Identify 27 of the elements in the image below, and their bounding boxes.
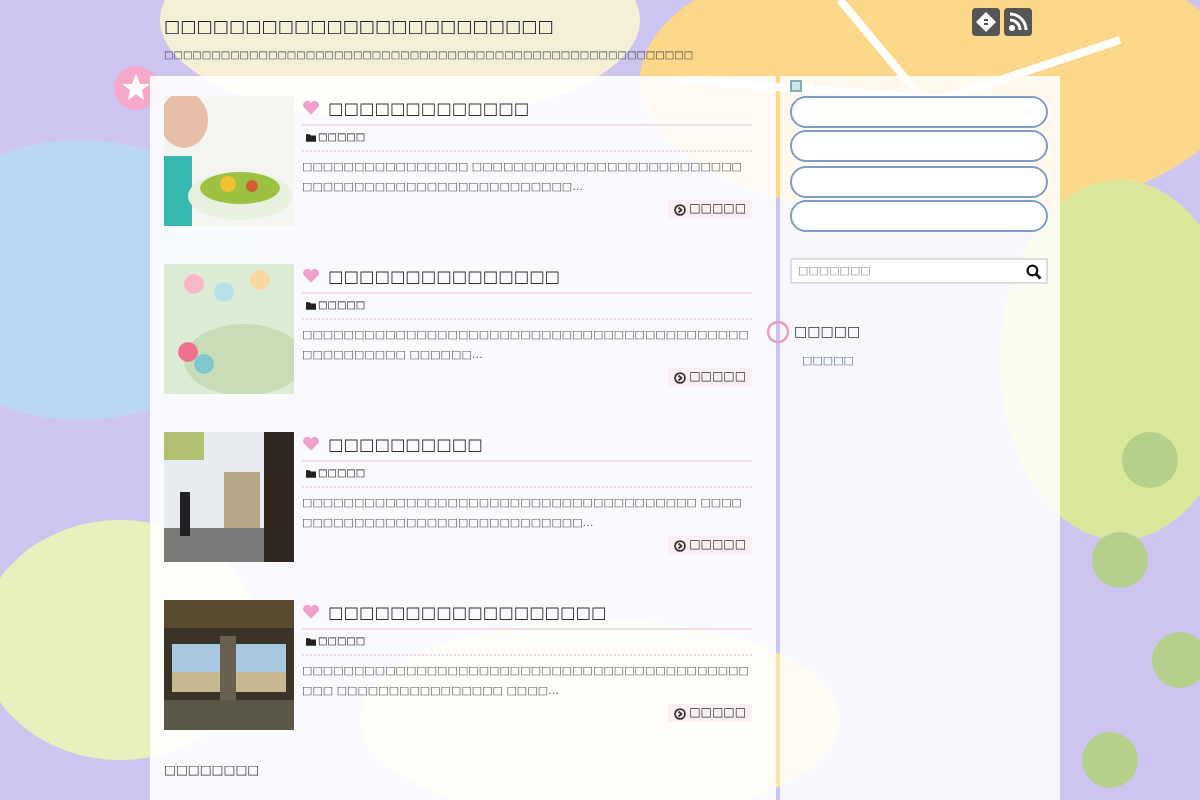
site-title[interactable]: □□□□□□□□□□□□□□□□□□□□□□□□ [164,14,694,42]
feed-icon[interactable] [972,8,1000,36]
post-title[interactable]: □□□□□□□□□□□□□ [328,98,530,118]
folder-icon [306,638,316,646]
arrow-circle-icon [673,707,686,719]
folder-icon [306,470,316,478]
heart-icon [302,268,320,284]
heart-icon [302,100,320,116]
arrow-circle-icon [673,371,686,383]
broken-image-icon [790,80,802,92]
post-title[interactable]: □□□□□□□□□□□□□□□ [328,266,561,286]
folder-icon [306,134,316,142]
post-title[interactable]: □□□□□□□□□□□□□□□□□□ [328,602,607,622]
folder-icon [306,302,316,310]
menu-button[interactable] [790,165,1048,198]
arrow-circle-icon [673,539,686,551]
post-title[interactable]: □□□□□□□□□□ [328,434,483,454]
heart-icon [302,436,320,452]
polka-dot [1082,732,1138,788]
search-icon[interactable] [1026,263,1042,280]
menu-button[interactable] [790,200,1048,233]
arrow-circle-icon [673,203,686,215]
menu-button[interactable] [790,130,1048,163]
heart-icon [302,604,320,620]
rss-icon[interactable] [1004,8,1032,36]
ring-icon [766,320,790,345]
menu-button[interactable] [790,95,1048,128]
